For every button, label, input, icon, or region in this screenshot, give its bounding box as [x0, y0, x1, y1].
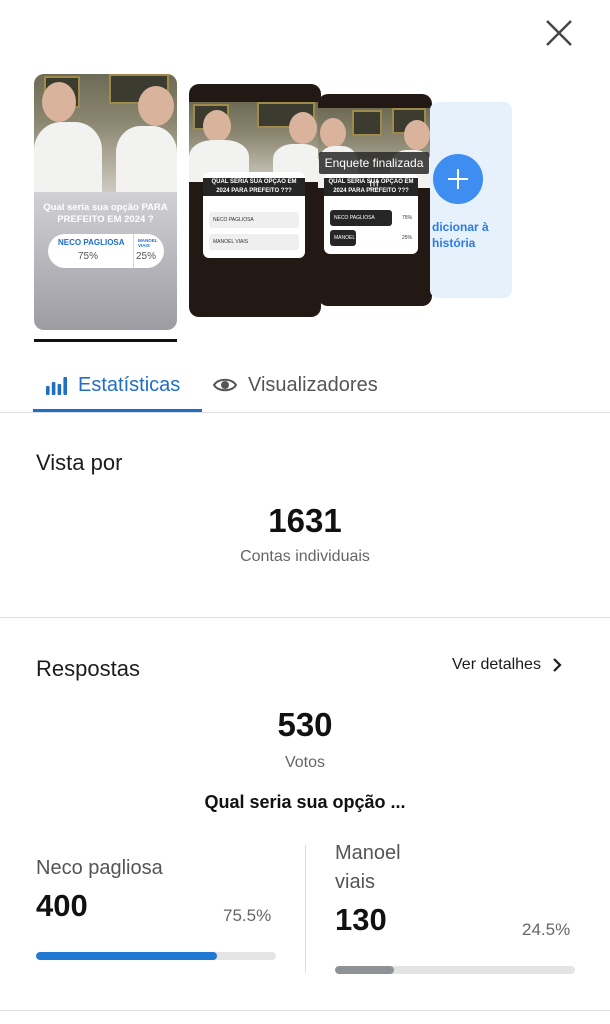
option-percent: 24.5%	[522, 920, 571, 939]
option-percent: 75.5%	[223, 906, 272, 925]
poll-option-percent: 25%	[136, 251, 157, 262]
story-photo	[189, 102, 321, 182]
poll-option-label: MANOEL VIAIS	[138, 238, 158, 248]
tab-label: Estatísticas	[78, 373, 181, 396]
column-divider	[305, 845, 306, 973]
story-poll-option: MANOEL VIAIS	[330, 230, 369, 246]
story-photo	[34, 74, 177, 192]
option-progress-fill	[335, 966, 394, 974]
story-poll-result: NECO PAGLIOSA 75% MANOEL VIAIS 25%	[48, 234, 164, 268]
story-poll-question: Qual seria sua opção PARA PREFEITO EM 20…	[43, 202, 168, 225]
add-story-button[interactable]: dicionar à história	[430, 102, 512, 298]
option-name: Neco pagliosa	[36, 857, 163, 879]
plus-icon	[433, 154, 483, 204]
bar-chart-icon	[46, 377, 67, 395]
add-story-label: dicionar à história	[432, 220, 489, 250]
story-thumbnail-2[interactable]: QUAL SERIA SUA OPÇÃO EM 2024 PARA PREFEI…	[189, 84, 321, 317]
poll-question: Qual seria sua opção ...	[204, 792, 406, 812]
divider	[0, 1010, 610, 1011]
poll-option-label: NECO PAGLIOSA	[58, 238, 125, 247]
story-poll-option: NECO PAGLIOSA	[330, 210, 392, 226]
views-count-label: Contas individuais	[240, 548, 370, 565]
tab-label: Visualizadores	[248, 373, 378, 396]
divider	[0, 412, 610, 413]
story-thumbnail-1[interactable]: Qual seria sua opção PARA PREFEITO EM 20…	[34, 74, 177, 330]
option-votes: 130	[335, 902, 387, 937]
story-poll-option-percent: 75%	[401, 215, 412, 221]
story-poll-option: NECO PAGLIOSA	[209, 212, 299, 228]
selected-story-indicator	[34, 339, 177, 342]
option-name: Manoel viais	[335, 842, 401, 893]
view-details-label: Ver detalhes	[452, 656, 541, 673]
option-progress-fill	[36, 952, 218, 960]
view-details-link[interactable]: Ver detalhes	[452, 656, 563, 674]
tab-viewers[interactable]: Visualizadores	[212, 370, 378, 400]
votes-count: 530	[277, 706, 333, 743]
poll-option-percent: 75%	[78, 251, 99, 262]
option-progress-track	[335, 966, 575, 974]
story-poll-question: QUAL SERIA SUA OPÇÃO EM 2024 PARA PREFEI…	[203, 178, 305, 196]
story-poll-option-label: MANOEL VIAIS	[334, 235, 370, 241]
tab-statistics[interactable]: Estatísticas	[44, 370, 180, 400]
option-progress-track	[36, 952, 276, 960]
eye-icon	[212, 378, 238, 392]
votes-label: Votos	[284, 754, 326, 771]
chevron-right-icon	[553, 658, 562, 672]
story-thumbnail-3[interactable]: QUAL SERIA SUA OPÇÃO EM 2024 PARA PREFEI…	[318, 94, 432, 306]
close-icon	[546, 20, 572, 46]
story-poll-option-percent: 25%	[401, 235, 412, 241]
story-poll-option-label: NECO PAGLIOSA	[334, 215, 375, 221]
story-text-tag: Enquete finalizada !!!	[319, 152, 429, 192]
responses-section-title: Respostas	[36, 656, 140, 681]
divider	[0, 617, 610, 618]
story-poll-card: QUAL SERIA SUA OPÇÃO EM 2024 PARA PREFEI…	[203, 172, 305, 258]
close-button[interactable]	[538, 12, 580, 54]
story-poll-option: MANOEL VIAIS	[209, 234, 299, 250]
option-votes: 400	[36, 888, 88, 923]
views-section-title: Vista por	[36, 450, 123, 475]
views-count: 1631	[268, 502, 342, 539]
